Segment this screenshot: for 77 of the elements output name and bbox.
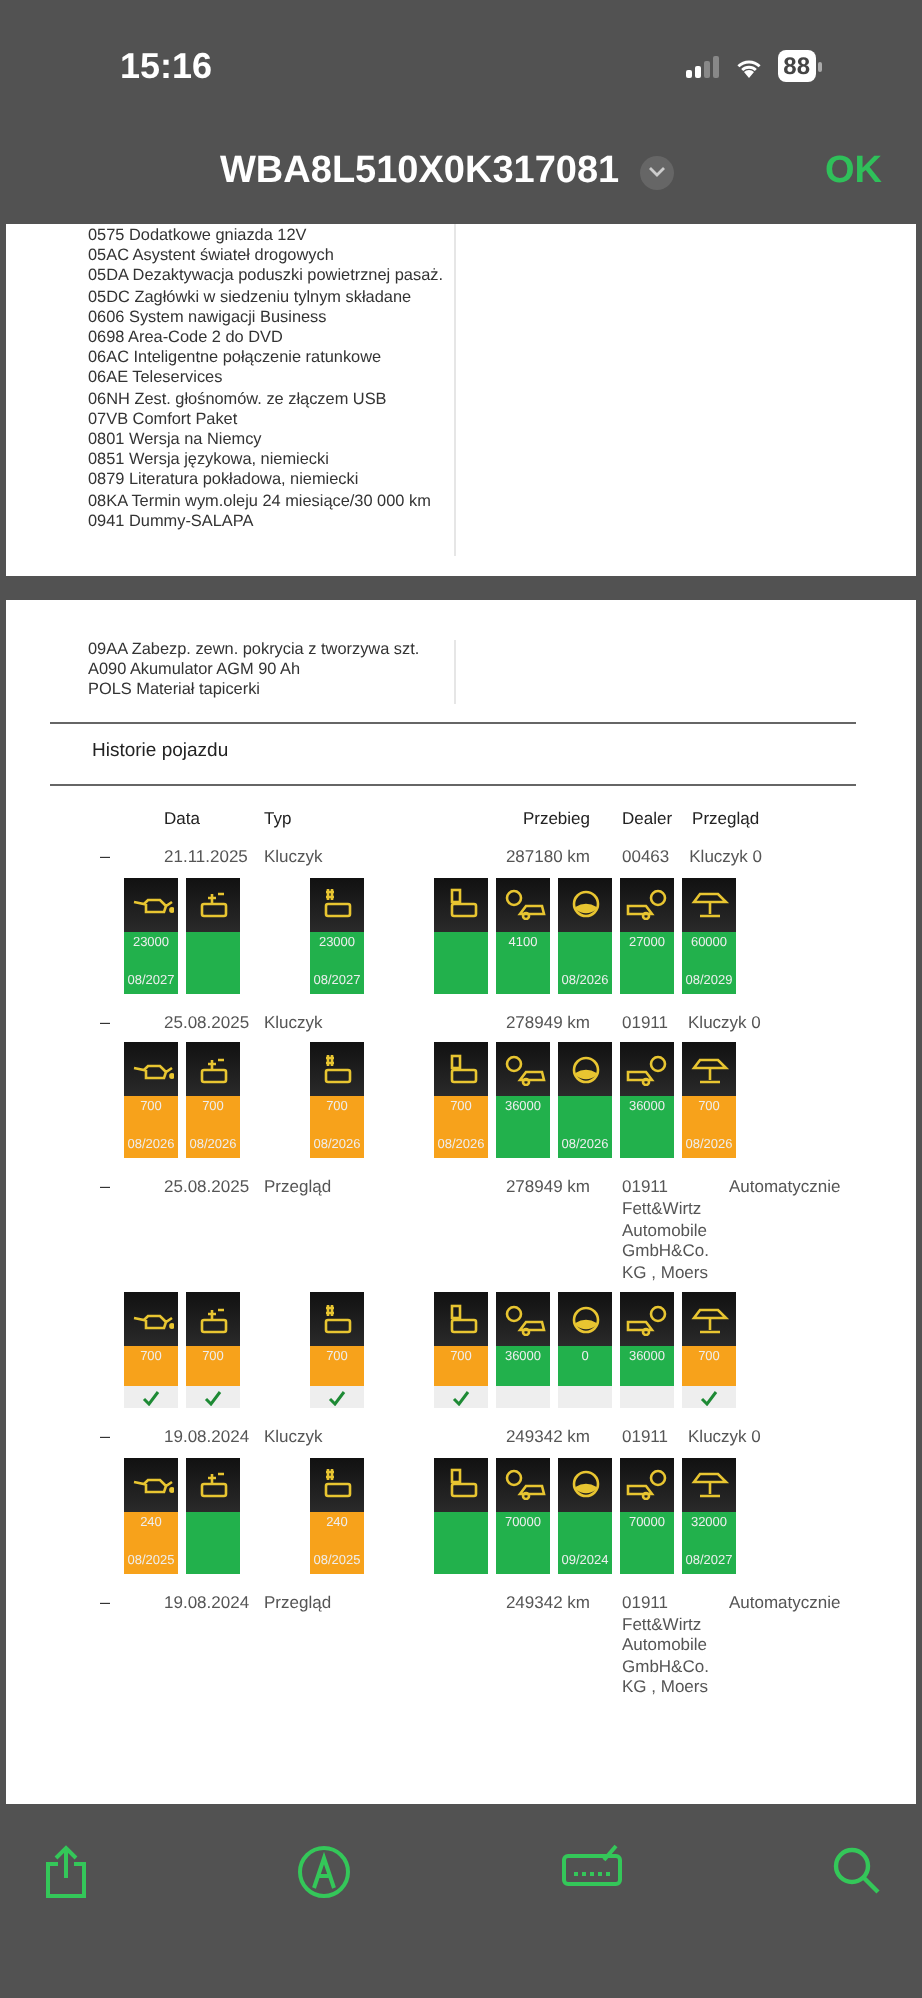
battery-level: 88 [777, 50, 816, 82]
option-text: 0879 Literatura pokładowa, niemiecki [88, 470, 361, 492]
table-cell: Kluczyk [264, 1426, 323, 1448]
collapse-toggle[interactable]: – [100, 1426, 111, 1447]
section-title: Historie pojazdu [90, 737, 231, 766]
table-cell: Kluczyk [264, 1011, 323, 1033]
brake-car-icon [501, 1468, 545, 1501]
check-icon [452, 1389, 470, 1406]
option-text: 05AC Asystent świateł drogowych [88, 246, 336, 267]
table-cell: 25.08.2025 [164, 1011, 250, 1033]
table-cell: Automatycznie [728, 1591, 841, 1614]
check-icon [700, 1389, 718, 1406]
brake-car-icon [501, 888, 545, 921]
table-cell: 01911 Fett&Wirtz Automobile GmbH&Co. KG , Moers [622, 1176, 709, 1283]
column-header: Przebieg [522, 807, 590, 829]
collapse-toggle[interactable]: – [100, 1591, 111, 1612]
search-icon[interactable] [829, 1844, 882, 1896]
table-cell: 278949 km [505, 1011, 590, 1033]
table-cell: 01911 [622, 1426, 669, 1448]
table-cell: 278949 km [505, 1176, 590, 1198]
column-header: Typ [264, 807, 292, 829]
option-text: 0575 Dodatkowe gniazda 12V [88, 226, 309, 247]
option-text: 06AE Teleservices [88, 368, 225, 390]
table-cell: Kluczyk 0 [689, 846, 763, 868]
option-text: 05DC Zagłówki w siedzeniu tylnym składane [88, 287, 414, 308]
table-cell: Przegląd [264, 1591, 332, 1614]
status-time: 15:16 [120, 45, 213, 87]
check-icon [142, 1389, 160, 1406]
signal-icon [685, 55, 720, 77]
table-cell: Automatycznie [728, 1176, 841, 1198]
brake-car-icon [501, 1303, 545, 1336]
signature-icon[interactable] [559, 1844, 624, 1888]
table-cell: 19.08.2024 [164, 1591, 250, 1614]
column-header: Data [164, 807, 200, 829]
option-text: A090 Akumulator AGM 90 Ah [88, 660, 303, 681]
option-text: 06AC Inteligentne połączenie ratunkowe [88, 348, 384, 369]
brake-car-icon [501, 1053, 545, 1086]
table-cell: Kluczyk 0 [688, 1011, 761, 1033]
option-text: 08KA Termin wym.oleju 24 miesiące/30 000 km [88, 491, 433, 512]
table-cell: 249342 km [505, 1591, 590, 1614]
table-cell: 287180 km [505, 846, 590, 868]
table-cell: Kluczyk [264, 846, 323, 868]
option-text: 0801 Wersja na Niemcy [88, 430, 264, 451]
option-text: 0606 System nawigacji Business [88, 307, 329, 329]
chevron-down-icon[interactable] [639, 155, 674, 189]
table-cell: Kluczyk 0 [688, 1426, 761, 1448]
option-text: 09AA Zabezp. zewn. pokrycia z tworzywa szt. [88, 640, 422, 661]
option-text: 0698 Area-Code 2 do DVD [88, 328, 285, 349]
option-text: 06NH Zest. głośnomów. ze złączem USB [88, 389, 389, 410]
table-cell: Przegląd [264, 1176, 332, 1198]
option-text: 0851 Wersja językowa, niemiecki [88, 450, 331, 471]
option-text: 05DA Dezaktywacja poduszki powietrznej pasaż. [88, 266, 445, 288]
collapse-toggle[interactable]: – [100, 1176, 111, 1197]
option-text: 07VB Comfort Paket [88, 409, 240, 431]
brake-car-icon [625, 1303, 669, 1336]
brake-car-icon [625, 1053, 669, 1086]
share-icon[interactable] [42, 1844, 90, 1900]
check-icon [328, 1389, 346, 1406]
table-cell: 01911 [622, 1011, 669, 1033]
table-cell: 01911 Fett&Wirtz Automobile GmbH&Co. KG , Moers [622, 1591, 709, 1698]
brake-car-icon [625, 888, 669, 921]
table-cell: 00463 [622, 846, 670, 868]
check-icon [204, 1389, 222, 1406]
option-text: POLS Materiał tapicerki [88, 680, 263, 702]
option-text: 0941 Dummy-SALAPA [88, 511, 256, 533]
markup-icon[interactable] [296, 1844, 353, 1900]
brake-car-icon [625, 1468, 669, 1501]
table-cell: 21.11.2025 [164, 846, 248, 868]
column-header: Dealer [622, 807, 673, 829]
vin-title: WBA8L510X0K317081 [220, 150, 620, 194]
column-header: Przegląd [692, 807, 760, 829]
table-cell: 19.08.2024 [164, 1426, 250, 1448]
collapse-toggle[interactable]: – [100, 1011, 111, 1032]
table-cell: 249342 km [505, 1426, 590, 1448]
wifi-icon [733, 55, 764, 77]
collapse-toggle[interactable]: – [100, 846, 111, 867]
table-cell: 25.08.2025 [164, 1176, 250, 1198]
